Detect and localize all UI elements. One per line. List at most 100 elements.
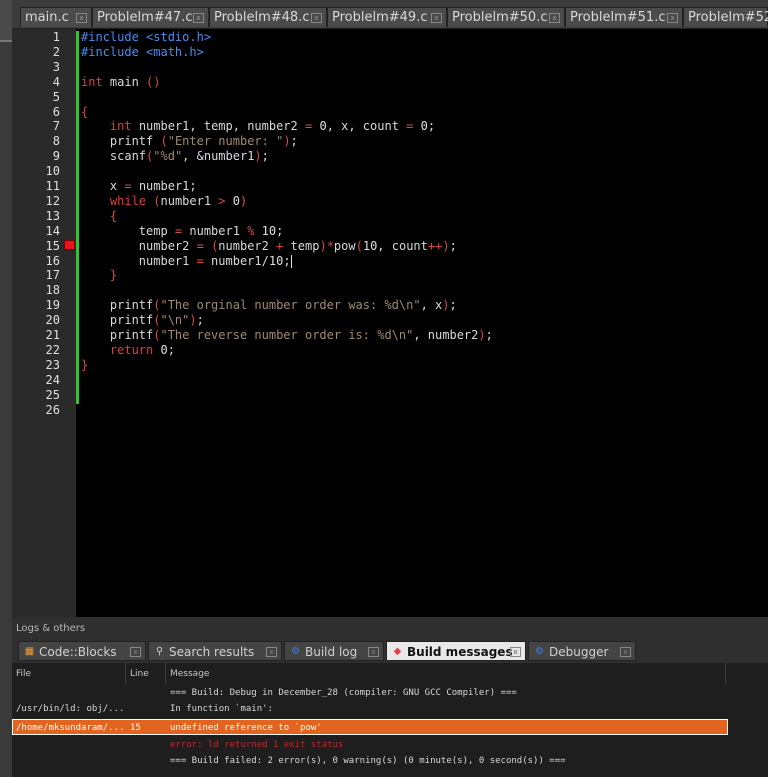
row-line: 15	[130, 723, 141, 733]
line-number[interactable]: 3	[12, 60, 60, 75]
tab-label: Problelm#50.c	[452, 10, 548, 25]
column-header-file[interactable]: File	[12, 663, 126, 685]
line-number[interactable]: 23	[12, 358, 60, 373]
code-line[interactable]: {	[81, 105, 88, 120]
code-line[interactable]: printf("\n");	[81, 313, 204, 328]
line-number[interactable]: 11	[12, 179, 60, 194]
code-line[interactable]: printf("The orginal number order was: %d…	[81, 298, 457, 313]
tab-problelm-50[interactable]: Problelm#50.c x	[447, 7, 565, 27]
line-number[interactable]: 24	[12, 373, 60, 388]
column-header-message[interactable]: Message	[166, 663, 726, 685]
text-cursor	[290, 254, 292, 268]
editor-tab-bar: main.c x Problelm#47.c x Problelm#48.c x Pr…	[12, 0, 768, 29]
close-icon[interactable]: x	[620, 647, 631, 657]
line-number[interactable]: 16	[12, 254, 60, 269]
tab-label: Problelm#52.c	[688, 10, 768, 25]
code-editor[interactable]: 1 2 3 4 5 6 7 8 9 10 11 12 13 14 15 16 17 18 19 20 21 22 23 24 2…	[12, 29, 768, 617]
gear-icon: ⚙	[291, 646, 300, 657]
row-message: === Build: Debug in December_28 (compile…	[170, 688, 517, 698]
close-icon[interactable]: x	[266, 647, 277, 657]
code-line[interactable]: #include <math.h>	[81, 45, 204, 60]
code-line[interactable]: int number1, temp, number2 = 0, x, count…	[81, 119, 435, 134]
code-line[interactable]: #include <stdio.h>	[81, 30, 211, 45]
tab-problelm-51[interactable]: Problelm#51.c x	[565, 7, 683, 27]
build-messages-list[interactable]: File Line Message === Build: Debug in De…	[12, 663, 768, 777]
line-number[interactable]: 22	[12, 343, 60, 358]
code-line[interactable]: number1 = number1/10;	[81, 254, 292, 269]
code-line[interactable]: {	[81, 209, 117, 224]
tab-problelm-52[interactable]: Problelm#52.c	[683, 7, 768, 27]
tab-problelm-48[interactable]: Problelm#48.c x	[209, 7, 327, 27]
code-line[interactable]: printf ("Enter number: ");	[81, 134, 298, 149]
tab-label: Problelm#48.c	[214, 10, 310, 25]
tab-build-messages[interactable]: ◆ Build messages x	[386, 641, 526, 661]
code-line[interactable]: number2 = (number2 + temp)*pow(10, count…	[81, 239, 457, 254]
tab-label: Build messages	[407, 645, 513, 659]
line-number[interactable]: 9	[12, 149, 60, 164]
line-number[interactable]: 7	[12, 119, 60, 134]
line-number[interactable]: 25	[12, 388, 60, 403]
close-icon[interactable]: x	[193, 13, 204, 23]
close-icon[interactable]: x	[431, 13, 442, 23]
row-message: === Build failed: 2 error(s), 0 warning(…	[170, 756, 566, 766]
diamond-icon: ◆	[393, 646, 402, 657]
code-line[interactable]: int main ()	[81, 75, 161, 90]
close-icon[interactable]: x	[549, 13, 560, 23]
line-number[interactable]: 21	[12, 328, 60, 343]
tab-label: Problelm#51.c	[570, 10, 666, 25]
row-message: In function `main':	[170, 704, 273, 714]
line-number[interactable]: 18	[12, 283, 60, 298]
tab-problelm-49[interactable]: Problelm#49.c x	[327, 7, 447, 27]
line-number[interactable]: 19	[12, 298, 60, 313]
code-line[interactable]: x = number1;	[81, 179, 197, 194]
line-number[interactable]: 5	[12, 90, 60, 105]
tab-problelm-47[interactable]: Problelm#47.c x	[92, 7, 209, 27]
code-line[interactable]: temp = number1 % 10;	[81, 224, 284, 239]
code-line[interactable]: while (number1 > 0)	[81, 194, 247, 209]
code-line[interactable]: }	[81, 358, 88, 373]
table-row[interactable]: === Build failed: 2 error(s), 0 warning(…	[12, 753, 728, 769]
close-icon[interactable]: x	[311, 13, 322, 23]
line-number-gutter[interactable]: 1 2 3 4 5 6 7 8 9 10 11 12 13 14 15 16 17 18 19 20 21 22 23 24 2…	[12, 29, 76, 617]
breakpoint-marker[interactable]	[64, 240, 75, 250]
code-line[interactable]: return 0;	[81, 343, 175, 358]
code-line[interactable]: scanf("%d", &number1);	[81, 149, 269, 164]
tab-label: Debugger	[549, 645, 609, 659]
tab-codeblocks[interactable]: ▦ Code::Blocks x	[18, 641, 146, 661]
line-number[interactable]: 8	[12, 134, 60, 149]
line-number[interactable]: 6	[12, 105, 60, 120]
close-icon[interactable]: x	[130, 647, 141, 657]
code-line[interactable]: }	[81, 268, 117, 283]
panel-handle[interactable]	[0, 0, 12, 42]
logs-panel-title: Logs & others	[16, 623, 86, 634]
table-row[interactable]: === Build: Debug in December_28 (compile…	[12, 685, 728, 701]
line-number[interactable]: 13	[12, 209, 60, 224]
line-number[interactable]: 4	[12, 75, 60, 90]
line-number[interactable]: 26	[12, 403, 60, 418]
search-icon: ⚲	[155, 646, 164, 657]
code-line[interactable]: printf("The reverse number order is: %d\…	[81, 328, 493, 343]
tab-debugger[interactable]: ⚙ Debugger x	[528, 641, 636, 661]
change-bar	[76, 31, 79, 404]
column-header-line[interactable]: Line	[126, 663, 166, 685]
close-icon[interactable]: x	[76, 13, 87, 23]
tab-main-c[interactable]: main.c x	[20, 7, 92, 27]
line-number[interactable]: 20	[12, 313, 60, 328]
line-number[interactable]: 2	[12, 45, 60, 60]
row-file: /usr/bin/ld: obj/...	[16, 704, 125, 714]
tab-search-results[interactable]: ⚲ Search results x	[148, 641, 282, 661]
table-row-selected[interactable]: /home/mksundaram/... 15 undefined referenc…	[12, 719, 728, 735]
line-number[interactable]: 14	[12, 224, 60, 239]
line-number[interactable]: 10	[12, 164, 60, 179]
close-icon[interactable]: x	[368, 647, 379, 657]
line-number[interactable]: 12	[12, 194, 60, 209]
close-icon[interactable]: x	[667, 13, 678, 23]
close-icon[interactable]: x	[510, 647, 521, 657]
tab-build-log[interactable]: ⚙ Build log x	[284, 641, 384, 661]
tab-label: main.c	[25, 10, 69, 25]
line-number[interactable]: 1	[12, 30, 60, 45]
table-row[interactable]: /usr/bin/ld: obj/... In function `main':	[12, 701, 728, 717]
table-row[interactable]: error: ld returned 1 exit status	[12, 737, 728, 753]
line-number[interactable]: 17	[12, 268, 60, 283]
line-number[interactable]: 15	[12, 239, 60, 254]
